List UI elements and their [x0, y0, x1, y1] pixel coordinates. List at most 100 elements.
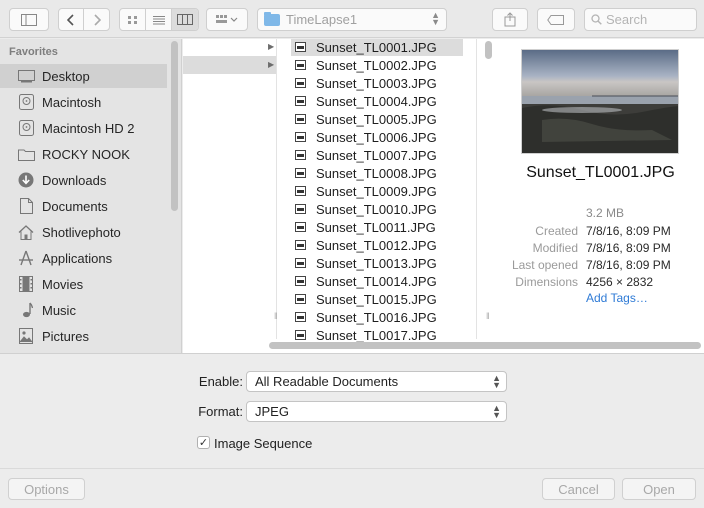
- home-icon: [17, 224, 35, 240]
- file-name: Sunset_TL0006.JPG: [316, 129, 437, 145]
- add-tags-link[interactable]: Add Tags…: [586, 291, 648, 305]
- list-view-button[interactable]: [146, 9, 172, 30]
- options-button[interactable]: Options: [8, 478, 85, 500]
- open-button[interactable]: Open: [622, 478, 696, 500]
- options-panel: Enable: All Readable Documents ▲ ▼ Format…: [0, 353, 704, 468]
- file-row[interactable]: Sunset_TL0013.JPG: [291, 254, 463, 272]
- sidebar-item-label: Documents: [42, 198, 108, 214]
- file-name: Sunset_TL0003.JPG: [316, 75, 437, 91]
- file-name: Sunset_TL0015.JPG: [316, 291, 437, 307]
- folder-icon: [17, 146, 35, 162]
- sidebar-item-label: Music: [42, 302, 76, 318]
- file-row[interactable]: Sunset_TL0010.JPG: [291, 200, 463, 218]
- file-row[interactable]: Sunset_TL0015.JPG: [291, 290, 463, 308]
- image-file-icon: [295, 312, 306, 322]
- path-folder-label: TimeLapse1: [286, 12, 358, 27]
- file-row[interactable]: Sunset_TL0005.JPG: [291, 110, 463, 128]
- file-row[interactable]: Sunset_TL0008.JPG: [291, 164, 463, 182]
- sidebar-toggle-button[interactable]: [9, 8, 49, 31]
- toolbar: TimeLapse1 ▲ ▼: [0, 0, 704, 38]
- file-name: Sunset_TL0008.JPG: [316, 165, 437, 181]
- sidebar-item-rocky-nook[interactable]: ROCKY NOOK: [0, 142, 167, 166]
- chevron-right-icon: [93, 13, 101, 26]
- sidebar-heading: Favorites: [9, 46, 58, 58]
- sidebar-item-applications[interactable]: Applications: [0, 246, 167, 270]
- file-row[interactable]: Sunset_TL0016.JPG: [291, 308, 463, 326]
- back-button[interactable]: [59, 9, 84, 30]
- parent-selected-row[interactable]: [183, 56, 276, 74]
- file-row[interactable]: Sunset_TL0004.JPG: [291, 92, 463, 110]
- cancel-button[interactable]: Cancel: [542, 478, 615, 500]
- file-row[interactable]: Sunset_TL0012.JPG: [291, 236, 463, 254]
- column-view-icon: [177, 14, 193, 25]
- file-name: Sunset_TL0010.JPG: [316, 201, 437, 217]
- share-button[interactable]: [492, 8, 528, 31]
- search-input[interactable]: [606, 12, 686, 27]
- file-row[interactable]: Sunset_TL0006.JPG: [291, 128, 463, 146]
- sidebar-scrollbar[interactable]: [171, 41, 178, 211]
- format-popup[interactable]: JPEG ▲ ▼: [246, 401, 507, 422]
- share-icon: [504, 12, 516, 27]
- forward-button[interactable]: [84, 9, 109, 30]
- image-file-icon: [295, 330, 306, 340]
- files-column-scrollbar[interactable]: [485, 41, 492, 59]
- sidebar-item-label: Shotlivephoto: [42, 224, 121, 240]
- info-key: Modified: [532, 241, 578, 255]
- column-resize-handle[interactable]: ‖: [486, 311, 490, 321]
- sidebar-item-macintosh-hd-2[interactable]: Macintosh HD 2: [0, 116, 167, 140]
- column-view-button[interactable]: [172, 9, 198, 30]
- pictures-icon: [17, 328, 35, 344]
- info-value: 7/8/16, 8:09 PM: [586, 224, 671, 238]
- file-row[interactable]: Sunset_TL0009.JPG: [291, 182, 463, 200]
- file-name: Sunset_TL0016.JPG: [316, 309, 437, 325]
- file-row[interactable]: Sunset_TL0011.JPG: [291, 218, 463, 236]
- info-value: 7/8/16, 8:09 PM: [586, 258, 671, 272]
- hard-drive-icon: [17, 94, 35, 110]
- tags-button[interactable]: [537, 8, 575, 31]
- path-popup[interactable]: TimeLapse1 ▲ ▼: [257, 8, 447, 31]
- sidebar-item-label: ROCKY NOOK: [42, 146, 130, 162]
- image-sequence-checkbox[interactable]: ✓: [197, 436, 210, 449]
- icon-view-button[interactable]: [120, 9, 146, 30]
- list-view-icon: [152, 15, 165, 24]
- image-file-icon: [295, 276, 306, 286]
- enable-value: All Readable Documents: [255, 374, 399, 389]
- sidebar-item-music[interactable]: Music: [0, 298, 167, 322]
- sidebar-item-pictures[interactable]: Pictures: [0, 324, 167, 348]
- sidebar-item-label: Desktop: [42, 68, 90, 84]
- sidebar-item-label: Macintosh: [42, 94, 102, 110]
- file-name: Sunset_TL0014.JPG: [316, 273, 437, 289]
- image-file-icon: [295, 42, 306, 52]
- arrange-button[interactable]: [206, 8, 248, 31]
- search-icon: [591, 14, 602, 25]
- horizontal-scrollbar[interactable]: [269, 342, 701, 349]
- preview-filename: Sunset_TL0001.JPG: [526, 164, 675, 181]
- info-row-dimensions: Dimensions 4256 × 2832: [497, 275, 704, 292]
- disclosure-arrow-icon: ▶: [268, 42, 275, 51]
- file-row[interactable]: Sunset_TL0003.JPG: [291, 74, 463, 92]
- sidebar-item-shotlivephoto[interactable]: Shotlivephoto: [0, 220, 167, 244]
- sidebar-item-desktop[interactable]: Desktop: [0, 64, 167, 88]
- enable-popup[interactable]: All Readable Documents ▲ ▼: [246, 371, 507, 392]
- file-row[interactable]: Sunset_TL0002.JPG: [291, 56, 463, 74]
- image-file-icon: [295, 258, 306, 268]
- preview-size: 3.2 MB: [586, 206, 625, 220]
- disclosure-arrow-icon: ▶: [268, 60, 275, 69]
- sidebar-item-macintosh[interactable]: Macintosh: [0, 90, 167, 114]
- sidebar-item-documents[interactable]: Documents: [0, 194, 167, 218]
- file-name: Sunset_TL0002.JPG: [316, 57, 437, 73]
- file-row[interactable]: Sunset_TL0007.JPG: [291, 146, 463, 164]
- applications-icon: [17, 250, 35, 266]
- image-file-icon: [295, 186, 306, 196]
- file-name: Sunset_TL0009.JPG: [316, 183, 437, 199]
- image-sequence-label[interactable]: Image Sequence: [214, 436, 312, 451]
- icon-view-icon: [127, 15, 137, 24]
- image-file-icon: [295, 60, 306, 70]
- sidebar-item-movies[interactable]: Movies: [0, 272, 167, 296]
- file-name: Sunset_TL0007.JPG: [316, 147, 437, 163]
- sidebar-item-downloads[interactable]: Downloads: [0, 168, 167, 192]
- file-row[interactable]: Sunset_TL0014.JPG: [291, 272, 463, 290]
- search-field[interactable]: [584, 8, 697, 31]
- column-resize-handle[interactable]: ‖: [274, 311, 278, 321]
- file-row[interactable]: Sunset_TL0001.JPG: [291, 39, 463, 56]
